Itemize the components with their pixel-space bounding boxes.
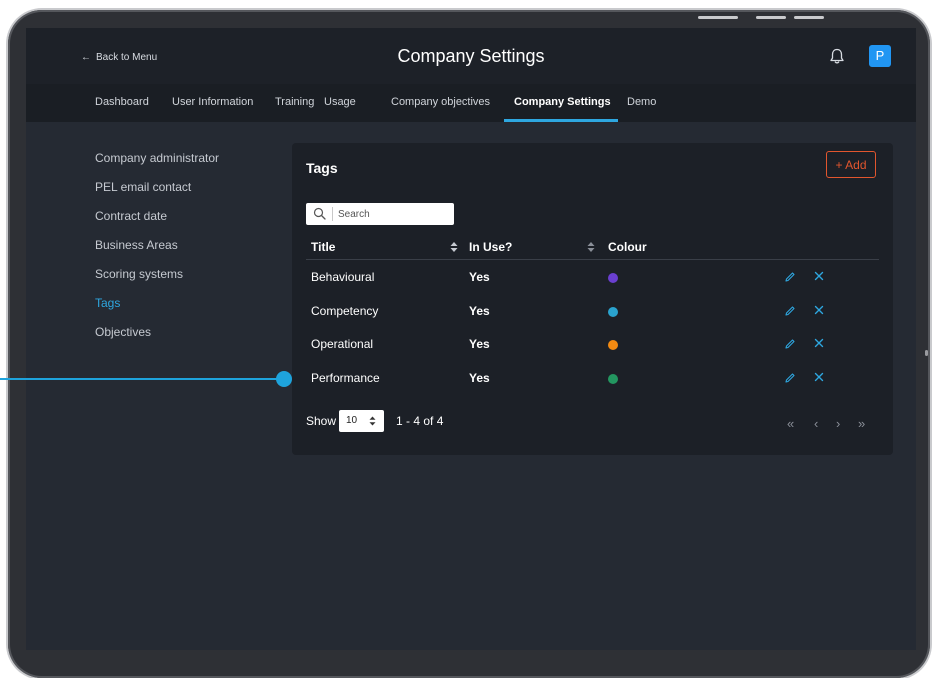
active-tab-indicator — [504, 119, 618, 122]
column-header-title[interactable]: Title — [311, 240, 335, 254]
card-title: Tags — [306, 160, 338, 176]
device-button — [698, 16, 738, 19]
table-row: Behavioural Yes — [292, 261, 893, 294]
search-box — [306, 203, 454, 225]
tab-dashboard[interactable]: Dashboard — [95, 96, 149, 108]
tab-company-objectives[interactable]: Company objectives — [391, 96, 490, 108]
tag-title: Behavioural — [311, 270, 375, 284]
table-row: Competency Yes — [292, 295, 893, 328]
tag-title: Performance — [311, 371, 380, 385]
page-size-value: 10 — [346, 415, 358, 426]
close-icon[interactable] — [814, 338, 824, 348]
pencil-icon[interactable] — [784, 305, 796, 317]
tag-colour-swatch — [608, 340, 618, 350]
show-label: Show — [306, 414, 337, 428]
next-page-button[interactable]: › — [836, 416, 840, 431]
close-icon[interactable] — [814, 305, 824, 315]
device-sensor — [925, 350, 928, 356]
tag-title: Competency — [311, 304, 379, 318]
tab-bar: Dashboard User Information Training Usag… — [26, 84, 916, 122]
last-page-button[interactable]: » — [858, 416, 865, 431]
pencil-icon[interactable] — [784, 338, 796, 350]
tab-usage[interactable]: Usage — [324, 96, 356, 108]
search-icon — [313, 207, 326, 220]
tag-in-use: Yes — [469, 270, 490, 284]
tab-training[interactable]: Training — [275, 96, 314, 108]
tab-company-settings[interactable]: Company Settings — [514, 96, 611, 108]
tag-in-use: Yes — [469, 304, 490, 318]
close-icon[interactable] — [814, 271, 824, 281]
pencil-icon[interactable] — [784, 271, 796, 283]
sidebar-item-pel-email-contact[interactable]: PEL email contact — [95, 180, 191, 194]
app-screen: ← Back to Menu Company Settings P Dashboa… — [26, 28, 916, 650]
sidebar-item-contract-date[interactable]: Contract date — [95, 209, 167, 223]
sort-icon[interactable] — [587, 242, 595, 252]
select-arrows-icon — [369, 416, 376, 426]
sidebar-item-tags[interactable]: Tags — [95, 296, 120, 310]
search-input[interactable] — [338, 205, 448, 223]
sidebar-item-company-administrator[interactable]: Company administrator — [95, 151, 219, 165]
search-divider — [332, 207, 333, 221]
tags-card: Tags + Add Title In Use? Colour Behaviou… — [292, 143, 893, 455]
tag-colour-swatch — [608, 307, 618, 317]
device-button — [794, 16, 824, 19]
table-row: Operational Yes — [292, 328, 893, 361]
column-header-colour: Colour — [608, 240, 647, 254]
tag-title: Operational — [311, 337, 374, 351]
page-size-select[interactable]: 10 — [339, 410, 384, 432]
user-avatar[interactable]: P — [869, 45, 891, 67]
tab-user-information[interactable]: User Information — [172, 96, 253, 108]
bell-icon[interactable] — [828, 47, 846, 65]
device-button — [756, 16, 786, 19]
sidebar-item-business-areas[interactable]: Business Areas — [95, 238, 178, 252]
callout-dot — [276, 371, 292, 387]
tag-in-use: Yes — [469, 337, 490, 351]
top-bar: ← Back to Menu Company Settings P — [26, 28, 916, 84]
tab-demo[interactable]: Demo — [627, 96, 656, 108]
sidebar-item-objectives[interactable]: Objectives — [95, 325, 151, 339]
prev-page-button[interactable]: ‹ — [814, 416, 818, 431]
first-page-button[interactable]: « — [787, 416, 794, 431]
column-header-in-use[interactable]: In Use? — [469, 240, 512, 254]
tag-in-use: Yes — [469, 371, 490, 385]
tag-colour-swatch — [608, 273, 618, 283]
header-divider — [306, 259, 879, 260]
sort-icon[interactable] — [450, 242, 458, 252]
tag-colour-swatch — [608, 374, 618, 384]
add-tag-button[interactable]: + Add — [826, 151, 876, 178]
table-row: Performance Yes — [292, 362, 893, 395]
close-icon[interactable] — [814, 372, 824, 382]
pagination-range: 1 - 4 of 4 — [396, 414, 444, 428]
pencil-icon[interactable] — [784, 372, 796, 384]
sidebar-item-scoring-systems[interactable]: Scoring systems — [95, 267, 183, 281]
page-title: Company Settings — [397, 46, 545, 66]
callout-line — [0, 378, 282, 380]
